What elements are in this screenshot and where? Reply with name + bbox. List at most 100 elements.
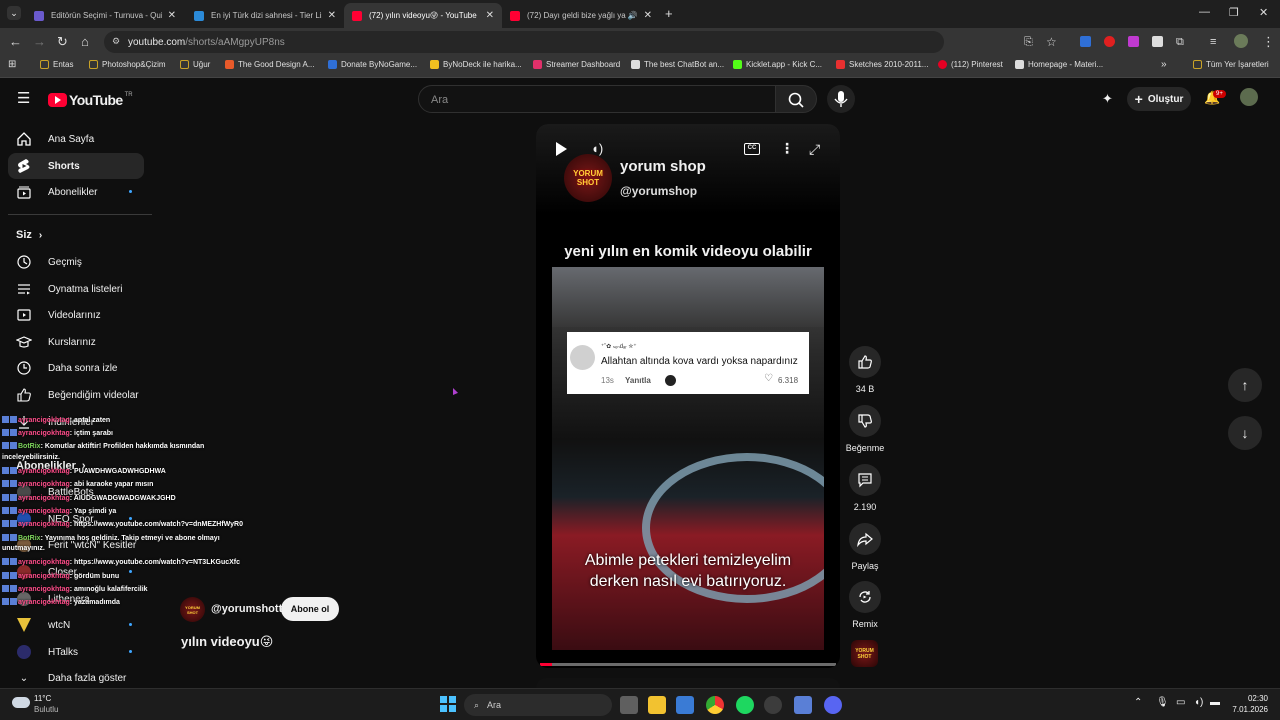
sidebar-item-home[interactable]: Ana Sayfa bbox=[8, 126, 144, 152]
taskbar-search[interactable]: ⌕ Ara bbox=[464, 694, 612, 716]
extension-icon[interactable] bbox=[1080, 36, 1091, 47]
youtube-logo[interactable]: YouTube TR bbox=[48, 92, 133, 108]
sidebar-item-history[interactable]: Geçmiş bbox=[8, 249, 144, 275]
remix-button[interactable]: Remix bbox=[845, 581, 885, 629]
minimize-icon[interactable]: — bbox=[1199, 6, 1210, 18]
bookmark-star-icon[interactable]: ☆ bbox=[1046, 34, 1057, 50]
microphone-tray-icon[interactable]: 🎙 bbox=[1156, 697, 1169, 708]
volume-tray-icon[interactable]: ◖) bbox=[1194, 697, 1203, 708]
forward-icon[interactable]: → bbox=[33, 34, 46, 50]
bookmark[interactable]: (112) Pinterest bbox=[938, 60, 1003, 69]
windows-start-icon[interactable] bbox=[440, 696, 456, 712]
restore-icon[interactable]: ❐ bbox=[1229, 6, 1239, 19]
channel-handle[interactable]: @yorumshop bbox=[620, 184, 697, 198]
channel-logo[interactable]: YORUM SHOT bbox=[564, 154, 612, 202]
channel-handle-link[interactable]: @yorumshott bbox=[211, 603, 282, 615]
shorts-player[interactable]: ◖) CC ⋮ ⤢ YORUM SHOT yorum shop @yorumsh… bbox=[536, 124, 840, 668]
cloud-weather-icon[interactable] bbox=[12, 697, 30, 708]
you-section-title[interactable]: Siz › bbox=[16, 229, 42, 241]
extension-icon[interactable] bbox=[1152, 36, 1163, 47]
sound-thumbnail[interactable]: YORUM SHOT bbox=[851, 640, 878, 667]
play-icon[interactable] bbox=[556, 142, 567, 156]
speaker-icon[interactable]: 🔊 bbox=[628, 11, 638, 20]
sidebar-item-watch-later[interactable]: Daha sonra izle bbox=[8, 355, 144, 381]
tab-search-icon[interactable]: ⌄ bbox=[7, 6, 21, 20]
more-bookmarks-icon[interactable]: » bbox=[1161, 59, 1167, 70]
bookmark[interactable]: The Good Design A... bbox=[225, 60, 315, 69]
bookmark[interactable]: Uğur bbox=[180, 60, 210, 69]
channel-name[interactable]: yorum shop bbox=[620, 158, 706, 175]
network-icon[interactable]: ▭ bbox=[1176, 697, 1185, 708]
tab-3[interactable]: (72) Dayı geldi bize yağlı yağ 🔊 ✕ bbox=[502, 3, 660, 28]
extension-icon[interactable] bbox=[1128, 36, 1139, 47]
chrome-icon[interactable] bbox=[706, 696, 724, 714]
search-button[interactable] bbox=[775, 85, 817, 113]
sidebar-item-shorts[interactable]: Shorts bbox=[8, 153, 144, 179]
apps-grid-icon[interactable]: ⊞ bbox=[8, 59, 16, 70]
voice-search-button[interactable] bbox=[827, 85, 855, 113]
home-icon[interactable]: ⌂ bbox=[81, 34, 89, 50]
tab-1[interactable]: En iyi Türk dizi sahnesi - Tier List ✕ bbox=[186, 3, 344, 28]
chevron-up-icon[interactable]: ⌃ bbox=[1134, 697, 1142, 708]
reload-icon[interactable]: ↻ bbox=[57, 34, 68, 50]
sidebar-item-subscriptions[interactable]: Abonelikler bbox=[8, 179, 144, 205]
next-short-preview[interactable] bbox=[536, 678, 840, 688]
address-bar[interactable]: ⚙ youtube.com/shorts/aAMgpyUP8ns bbox=[104, 31, 944, 53]
back-icon[interactable]: ← bbox=[9, 34, 22, 50]
discord-icon[interactable] bbox=[824, 696, 842, 714]
sidebar-channel[interactable]: HTalks bbox=[8, 639, 144, 665]
close-tab-icon[interactable]: ✕ bbox=[168, 10, 176, 21]
close-tab-icon[interactable]: ✕ bbox=[486, 10, 494, 21]
file-explorer-icon[interactable] bbox=[648, 696, 666, 714]
sidebar-item-playlists[interactable]: Oynatma listeleri bbox=[8, 276, 144, 302]
channel-avatar[interactable]: YORUM SHOT bbox=[180, 597, 205, 622]
tab-2-active[interactable]: (72) yılın videoyu😜 - YouTube ✕ bbox=[344, 3, 502, 28]
studio-icon[interactable]: ✦ bbox=[1102, 91, 1113, 107]
bookmark[interactable]: Photoshop&Çizim bbox=[89, 60, 166, 69]
previous-short-button[interactable]: ↑ bbox=[1228, 368, 1262, 402]
site-info-icon[interactable]: ⚙ bbox=[112, 36, 120, 47]
comments-button[interactable]: 2.190 bbox=[845, 464, 885, 512]
sidebar-item-courses[interactable]: Kurslarınız bbox=[8, 329, 144, 355]
next-short-button[interactable]: ↓ bbox=[1228, 416, 1262, 450]
app-icon[interactable] bbox=[794, 696, 812, 714]
close-tab-icon[interactable]: ✕ bbox=[644, 10, 652, 21]
subscribe-button[interactable]: Abone ol bbox=[281, 597, 339, 621]
bookmark[interactable]: Entas bbox=[40, 60, 73, 69]
reading-list-icon[interactable]: ≡ bbox=[1210, 34, 1216, 50]
dislike-button[interactable]: Beğenme bbox=[845, 405, 885, 453]
search-input[interactable]: Ara bbox=[418, 85, 776, 113]
all-bookmarks[interactable]: Tüm Yer İşaretleri bbox=[1193, 60, 1269, 69]
battery-icon[interactable]: ▬ bbox=[1210, 697, 1220, 708]
bookmark[interactable]: Kicklet.app - Kick C... bbox=[733, 60, 822, 69]
task-view-icon[interactable] bbox=[620, 696, 638, 714]
account-avatar[interactable] bbox=[1240, 88, 1258, 106]
extension-icon[interactable] bbox=[1104, 36, 1115, 47]
spotify-icon[interactable] bbox=[736, 696, 754, 714]
captions-icon[interactable]: CC bbox=[744, 143, 760, 155]
app-icon[interactable] bbox=[764, 696, 782, 714]
sidebar-item-your-videos[interactable]: Videolarınız bbox=[8, 302, 144, 328]
more-options-icon[interactable]: ⋮ bbox=[780, 140, 794, 157]
tab-0[interactable]: Editörün Seçimi - Turnuva - Quizz ✕ bbox=[26, 3, 184, 28]
profile-avatar[interactable] bbox=[1234, 34, 1248, 48]
install-app-icon[interactable]: ⎘ bbox=[1024, 34, 1033, 50]
close-window-icon[interactable]: ✕ bbox=[1259, 6, 1268, 19]
close-tab-icon[interactable]: ✕ bbox=[328, 10, 336, 21]
like-button[interactable]: 34 B bbox=[845, 346, 885, 394]
bookmark[interactable]: Homepage - Materi... bbox=[1015, 60, 1103, 69]
bookmark[interactable]: Streamer Dashboard bbox=[533, 60, 620, 69]
puzzle-icon[interactable]: ⧉ bbox=[1176, 34, 1184, 50]
new-tab-icon[interactable]: + bbox=[665, 6, 673, 21]
store-icon[interactable] bbox=[676, 696, 694, 714]
sidebar-channel[interactable]: wtcN bbox=[8, 612, 144, 638]
bookmark[interactable]: Sketches 2010-2011... bbox=[836, 60, 928, 69]
share-button[interactable]: Paylaş bbox=[845, 523, 885, 571]
bookmark[interactable]: The best ChatBot an... bbox=[631, 60, 724, 69]
progress-track[interactable] bbox=[540, 663, 836, 666]
menu-dots-icon[interactable]: ⋮ bbox=[1262, 34, 1275, 50]
fullscreen-icon[interactable]: ⤢ bbox=[809, 141, 820, 158]
create-button[interactable]: + Oluştur bbox=[1127, 87, 1191, 111]
sidebar-item-liked-videos[interactable]: Beğendiğim videolar bbox=[8, 382, 144, 408]
bookmark[interactable]: Donate ByNoGame... bbox=[328, 60, 417, 69]
